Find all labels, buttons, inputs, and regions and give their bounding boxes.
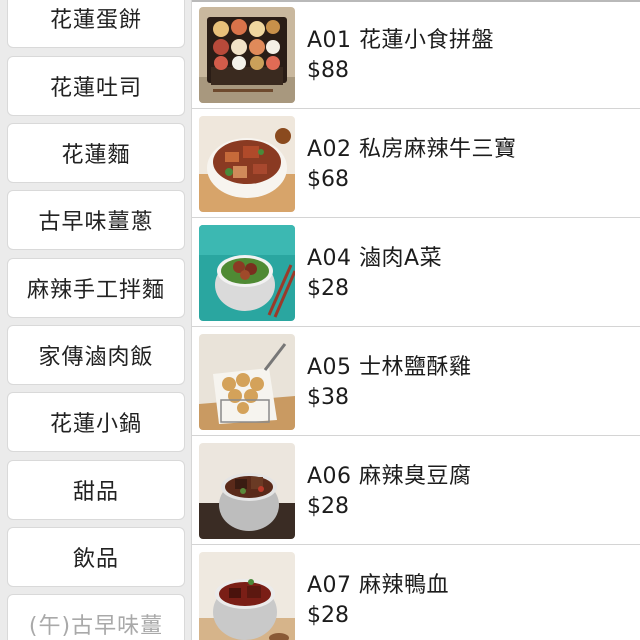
item-name: A07 麻辣鴨血 xyxy=(307,573,450,598)
item-price: $28 xyxy=(307,494,349,519)
duck-blood-photo xyxy=(199,552,295,640)
category-button-lunch-ginger[interactable]: (午)古早味薑 xyxy=(7,594,185,640)
item-name: A04 滷肉A菜 xyxy=(307,246,443,271)
menu-item-a02[interactable]: A02 私房麻辣牛三寶 $68 xyxy=(192,109,640,218)
menu-list[interactable]: A01 花蓮小食拼盤 $88 A02 私房麻辣牛三寶 $68 A04 滷肉A菜 … xyxy=(192,0,640,640)
fried-chicken-photo xyxy=(199,334,295,430)
category-label: (午)古早味薑 xyxy=(28,614,164,639)
menu-item-a04[interactable]: A04 滷肉A菜 $28 xyxy=(192,218,640,327)
item-price: $28 xyxy=(307,276,349,301)
menu-item-a01[interactable]: A01 花蓮小食拼盤 $88 xyxy=(192,0,640,109)
item-price: $28 xyxy=(307,603,349,628)
category-label: 花蓮吐司 xyxy=(49,76,142,101)
category-label: 花蓮麵 xyxy=(61,143,131,168)
spicy-beef-photo xyxy=(199,116,295,212)
category-label: 花蓮小鍋 xyxy=(49,412,142,437)
item-name: A01 花蓮小食拼盤 xyxy=(307,28,495,53)
category-button-dessert[interactable]: 甜品 xyxy=(7,460,185,520)
menu-item-a06[interactable]: A06 麻辣臭豆腐 $28 xyxy=(192,436,640,545)
category-sidebar[interactable]: 花蓮蛋餅 花蓮吐司 花蓮麵 古早味薑蔥 麻辣手工拌麵 家傳滷肉飯 花蓮小鍋 甜品… xyxy=(0,0,192,640)
category-button-hot-pot[interactable]: 花蓮小鍋 xyxy=(7,392,185,452)
category-button-spicy-noodles[interactable]: 麻辣手工拌麵 xyxy=(7,258,185,318)
item-price: $88 xyxy=(307,58,349,83)
category-button-toast[interactable]: 花蓮吐司 xyxy=(7,56,185,116)
category-label: 花蓮蛋餅 xyxy=(49,8,142,33)
category-label: 家傳滷肉飯 xyxy=(38,345,154,370)
item-name: A05 士林鹽酥雞 xyxy=(307,355,472,380)
category-button-ginger-scallion[interactable]: 古早味薑蔥 xyxy=(7,190,185,250)
category-label: 飲品 xyxy=(72,547,119,572)
braised-pork-lettuce-photo xyxy=(199,225,295,321)
category-button-egg-crepe[interactable]: 花蓮蛋餅 xyxy=(7,0,185,48)
category-button-drinks[interactable]: 飲品 xyxy=(7,527,185,587)
snack-platter-photo xyxy=(199,7,295,103)
category-button-noodles[interactable]: 花蓮麵 xyxy=(7,123,185,183)
item-price: $68 xyxy=(307,167,349,192)
category-label: 古早味薑蔥 xyxy=(38,210,154,235)
category-button-braised-pork-rice[interactable]: 家傳滷肉飯 xyxy=(7,325,185,385)
stinky-tofu-photo xyxy=(199,443,295,539)
item-name: A02 私房麻辣牛三寶 xyxy=(307,137,517,162)
category-label: 甜品 xyxy=(72,480,119,505)
menu-app: 花蓮蛋餅 花蓮吐司 花蓮麵 古早味薑蔥 麻辣手工拌麵 家傳滷肉飯 花蓮小鍋 甜品… xyxy=(0,0,640,640)
item-price: $38 xyxy=(307,385,349,410)
category-label: 麻辣手工拌麵 xyxy=(26,278,165,303)
menu-item-a05[interactable]: A05 士林鹽酥雞 $38 xyxy=(192,327,640,436)
menu-item-a07[interactable]: A07 麻辣鴨血 $28 xyxy=(192,545,640,640)
item-name: A06 麻辣臭豆腐 xyxy=(307,464,472,489)
